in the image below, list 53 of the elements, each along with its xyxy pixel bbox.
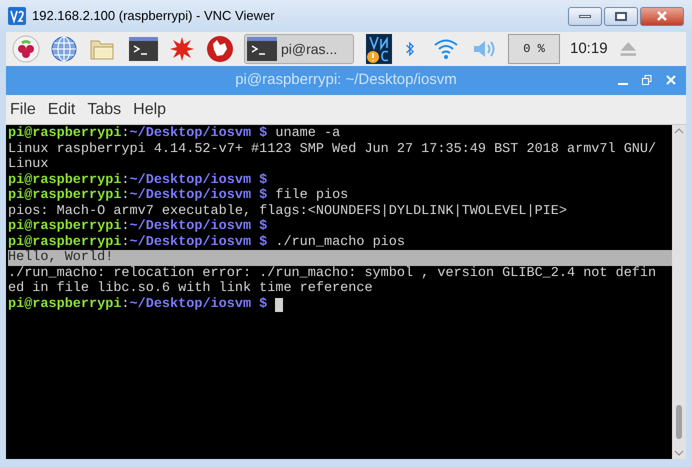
close-button[interactable] — [640, 6, 684, 26]
prompt-separator: : — [121, 172, 130, 188]
prompt-user: pi@raspberrypi — [8, 172, 122, 188]
prompt-separator: : — [121, 188, 130, 204]
prompt-user: pi@raspberrypi — [8, 219, 122, 234]
prompt-separator: : — [121, 126, 130, 142]
window-title: 192.168.2.100 (raspberrypi) - VNC Viewer — [32, 7, 275, 26]
menu-item[interactable]: File — [10, 98, 36, 122]
terminal-icon[interactable] — [126, 35, 158, 63]
output-text: pios: Mach-O armv7 executable, flags:<NOUNDEFS|DYLDLINK|TWOLEVEL|PIE> — [8, 204, 568, 219]
raspberry-menu-icon[interactable] — [12, 35, 40, 63]
output-text: ./run_macho: relocation error: ./run_macho: symbol , version GLIBC_2.4 not defin — [8, 266, 658, 281]
prompt-path: ~/Desktop/iosvm $ — [130, 219, 268, 234]
close-icon — [656, 11, 668, 21]
highlighted-output: Hello, World! — [8, 250, 672, 266]
output-text: Linux — [8, 157, 50, 172]
terminal-icon — [247, 36, 277, 62]
command-text: uname -a — [274, 126, 340, 142]
prompt-path: ~/Desktop/iosvm $ — [130, 296, 268, 312]
task-button[interactable]: pi@ras... — [244, 34, 354, 64]
command-text: ./run_macho pios — [274, 234, 405, 250]
terminal-title: pi@raspberrypi: ~/Desktop/iosvm — [235, 70, 457, 90]
prompt-path: ~/Desktop/iosvm $ — [130, 126, 268, 142]
maximize-icon — [615, 12, 627, 20]
prompt-separator: : — [121, 296, 130, 312]
prompt-user: pi@raspberrypi — [8, 188, 122, 204]
prompt-path: ~/Desktop/iosvm $ — [130, 188, 268, 204]
globe-icon[interactable] — [50, 35, 78, 63]
command-text: file pios — [274, 188, 348, 204]
menu-item[interactable]: Edit — [48, 98, 76, 122]
output-text: ed in file libc.so.6 with link time reference — [8, 281, 374, 296]
maximize-button[interactable] — [604, 6, 638, 26]
prompt-path: ~/Desktop/iosvm $ — [130, 172, 268, 188]
scrollbar[interactable] — [672, 125, 686, 459]
starburst-icon[interactable] — [168, 35, 196, 63]
prompt-user: pi@raspberrypi — [8, 126, 122, 142]
output-text: Linux raspberrypi 4.14.52-v7+ #1123 SMP Wed Jun 27 17:35:49 BST 2018 armv7l GNU/ — [8, 142, 658, 157]
scroll-thumb[interactable] — [676, 405, 682, 439]
close-icon[interactable] — [666, 74, 676, 86]
vnc-logo-icon[interactable] — [8, 7, 26, 25]
cpu-usage: 0 % — [508, 34, 560, 64]
minimize-button[interactable] — [568, 6, 602, 26]
restore-icon[interactable] — [642, 74, 652, 86]
prompt-user: pi@raspberrypi — [8, 296, 122, 312]
minimize-icon — [579, 14, 591, 18]
vnc-warning-icon[interactable] — [364, 34, 394, 64]
prompt-path: ~/Desktop/iosvm $ — [130, 234, 268, 250]
menu-item[interactable]: Tabs — [87, 98, 122, 122]
clock-text: 10:19 — [570, 38, 608, 59]
prompt-user: pi@raspberrypi — [8, 234, 122, 250]
menu-item[interactable]: Help — [133, 98, 166, 122]
prompt-separator: : — [121, 219, 130, 234]
prompt-separator: : — [121, 234, 130, 250]
